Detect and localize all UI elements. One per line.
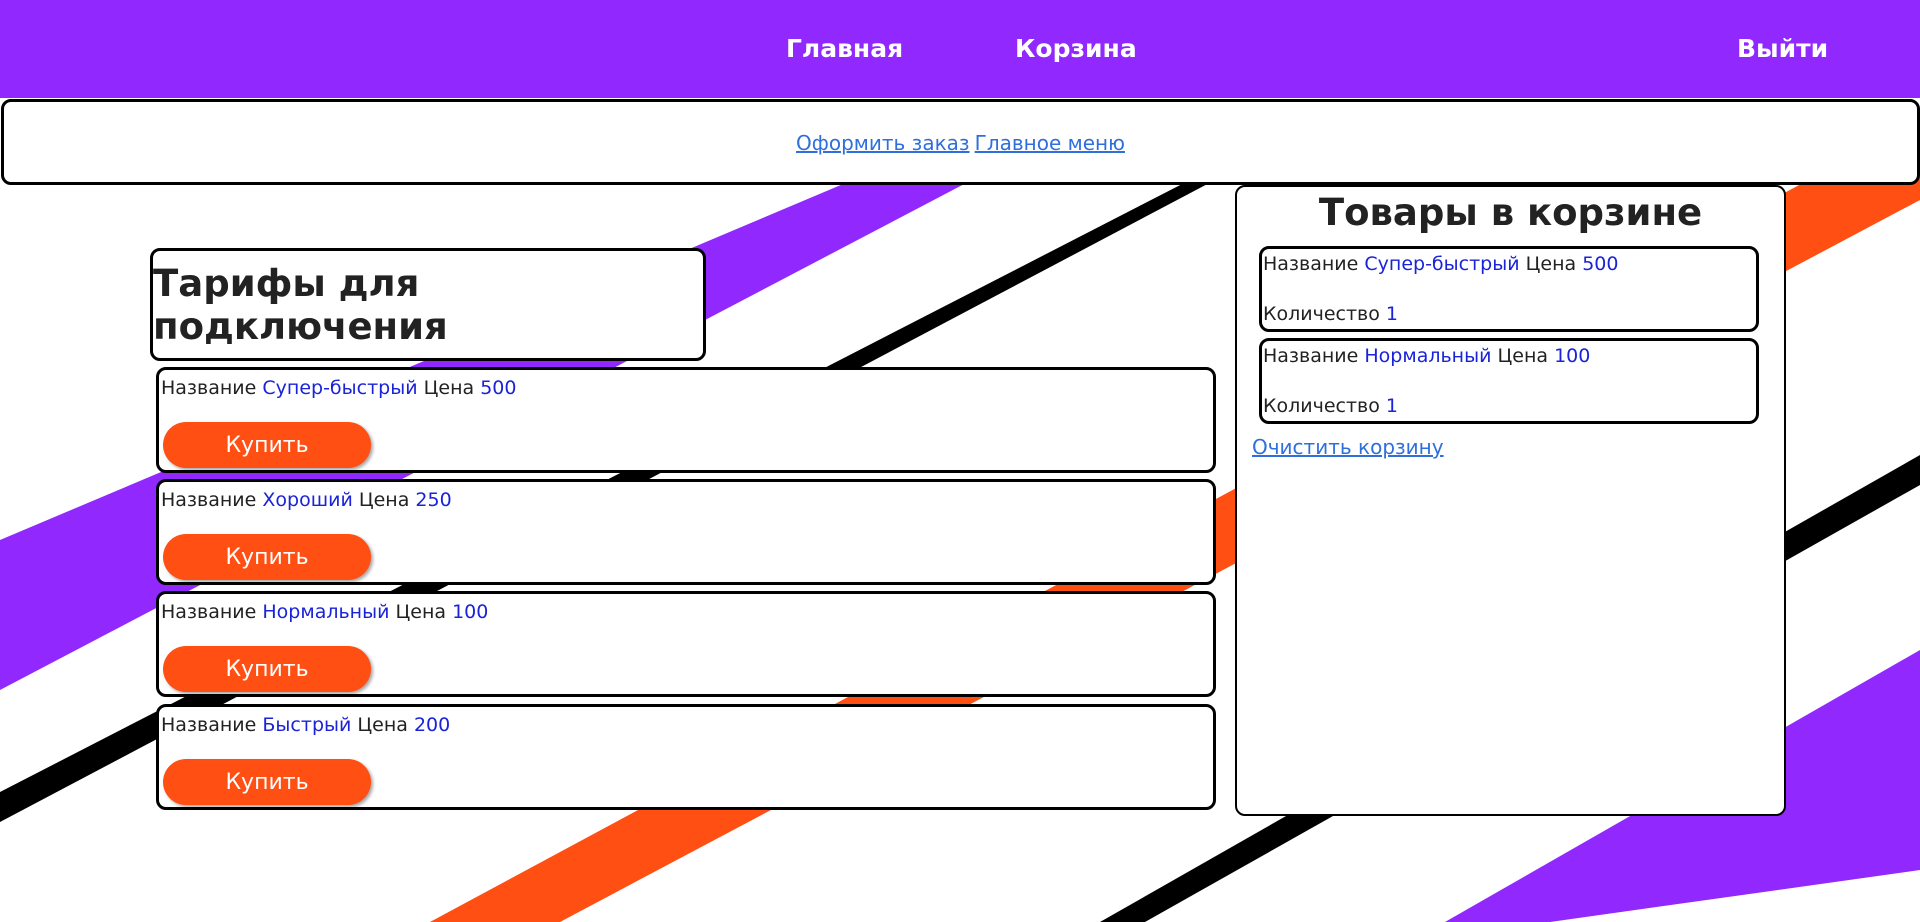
- tariff-name-value: Супер-быстрый: [262, 377, 418, 399]
- buy-button[interactable]: Купить: [163, 534, 371, 580]
- tariff-name-label: Название: [161, 489, 257, 511]
- sub-nav-box: Оформить заказ Главное меню: [1, 99, 1920, 185]
- buy-button[interactable]: Купить: [163, 646, 371, 692]
- clear-cart-link[interactable]: Очистить корзину: [1252, 435, 1444, 459]
- tariff-name-value: Нормальный: [262, 601, 390, 623]
- cart-item: Название Супер-быстрый Цена 500 Количест…: [1259, 246, 1759, 332]
- tariff-card: Название Супер-быстрый Цена 500 Купить: [156, 367, 1216, 473]
- cart-qty-label: Количество: [1263, 395, 1380, 417]
- cart-name-value: Супер-быстрый: [1364, 253, 1520, 275]
- cart-name-value: Нормальный: [1364, 345, 1492, 367]
- tariff-price-label: Цена: [395, 601, 447, 623]
- tariff-info: Название Супер-быстрый Цена 500: [161, 377, 516, 399]
- cart-item-info: Название Супер-быстрый Цена 500: [1263, 253, 1618, 275]
- tariff-name-value: Быстрый: [262, 714, 352, 736]
- tariff-name-value: Хороший: [262, 489, 353, 511]
- main-menu-link[interactable]: Главное меню: [975, 131, 1125, 155]
- tariff-name-label: Название: [161, 377, 257, 399]
- tariff-info: Название Нормальный Цена 100: [161, 601, 488, 623]
- cart-qty-value: 1: [1385, 303, 1398, 325]
- tariff-name-label: Название: [161, 601, 257, 623]
- top-nav-bar: Главная Корзина Выйти: [0, 0, 1920, 98]
- tariff-name-label: Название: [161, 714, 257, 736]
- buy-button[interactable]: Купить: [163, 422, 371, 468]
- cart-qty-value: 1: [1385, 395, 1398, 417]
- cart-price-value: 100: [1554, 345, 1591, 367]
- nav-home-link[interactable]: Главная: [786, 34, 903, 63]
- cart-price-label: Цена: [1525, 253, 1577, 275]
- tariffs-title: Тарифы для подключения: [153, 261, 448, 348]
- cart-qty-label: Количество: [1263, 303, 1380, 325]
- tariff-price-value: 500: [480, 377, 517, 399]
- cart-item: Название Нормальный Цена 100 Количество …: [1259, 338, 1759, 424]
- cart-price-value: 500: [1582, 253, 1619, 275]
- cart-name-label: Название: [1263, 345, 1359, 367]
- nav-logout-link[interactable]: Выйти: [1737, 34, 1828, 63]
- cart-item-qty: Количество 1: [1263, 303, 1398, 325]
- cart-panel: Товары в корзине Название Супер-быстрый …: [1235, 185, 1786, 816]
- cart-title: Товары в корзине: [1318, 191, 1703, 234]
- tariff-price-label: Цена: [423, 377, 475, 399]
- tariff-price-value: 250: [415, 489, 452, 511]
- tariff-price-value: 100: [452, 601, 489, 623]
- tariff-price-label: Цена: [357, 714, 408, 736]
- tariff-card: Название Нормальный Цена 100 Купить: [156, 591, 1216, 697]
- tariff-price-value: 200: [413, 714, 451, 736]
- tariff-info: Название Хороший Цена 250: [161, 489, 452, 511]
- checkout-link[interactable]: Оформить заказ: [796, 131, 970, 155]
- tariffs-title-box: Тарифы для подключения: [150, 248, 706, 361]
- cart-item-qty: Количество 1: [1263, 395, 1398, 417]
- cart-price-label: Цена: [1497, 345, 1549, 367]
- page: Главная Корзина Выйти Оформить заказ Гла…: [0, 0, 1920, 922]
- nav-cart-link[interactable]: Корзина: [1015, 34, 1137, 63]
- cart-name-label: Название: [1263, 253, 1359, 275]
- buy-button[interactable]: Купить: [163, 759, 371, 805]
- tariff-price-label: Цена: [358, 489, 410, 511]
- cart-item-info: Название Нормальный Цена 100: [1263, 345, 1590, 367]
- tariff-card: Название Хороший Цена 250 Купить: [156, 479, 1216, 585]
- tariff-card: Название Быстрый Цена 200 Купить: [156, 704, 1216, 810]
- tariff-info: Название Быстрый Цена 200: [161, 714, 450, 736]
